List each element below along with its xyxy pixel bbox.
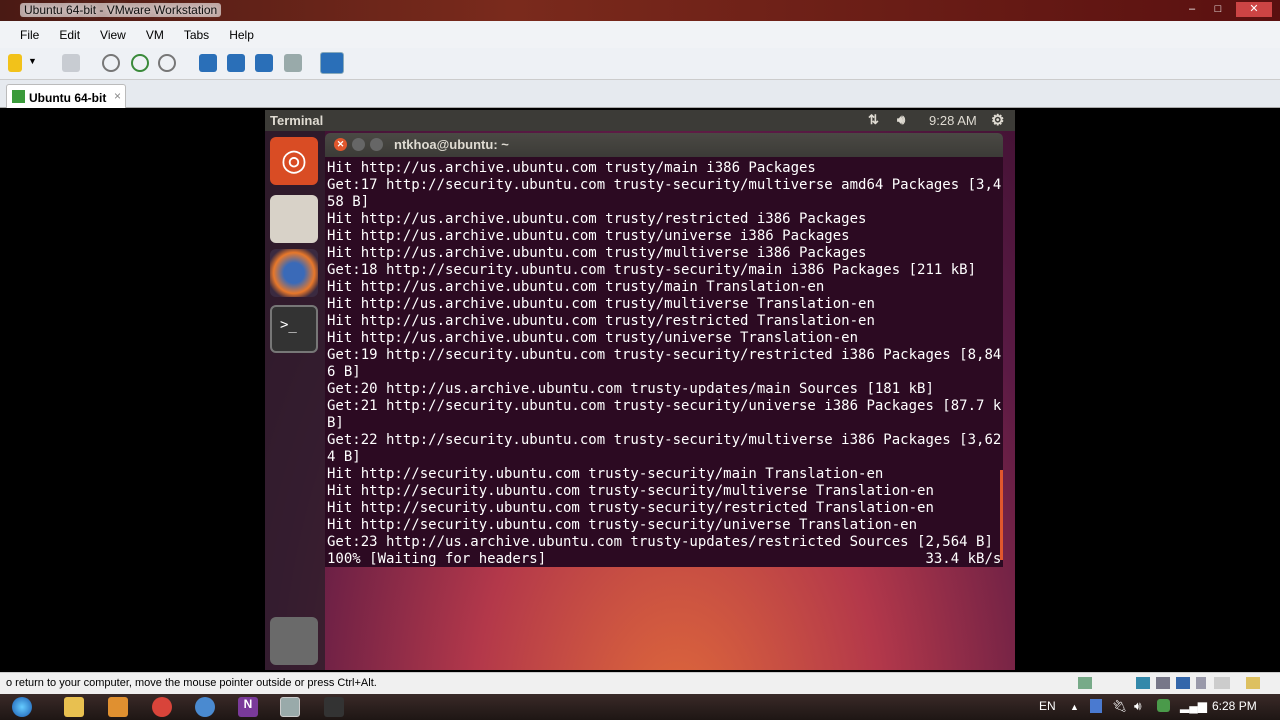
- terminal-line: 6 B]: [327, 364, 361, 380]
- power-icon[interactable]: 🔌︎: [1112, 699, 1127, 713]
- sound-icon[interactable]: [1176, 677, 1190, 689]
- terminal-line: Get:21 http://security.ubuntu.com trusty…: [327, 398, 1002, 414]
- status-text: o return to your computer, move the mous…: [6, 677, 377, 689]
- onenote-icon[interactable]: N: [238, 697, 258, 717]
- trash-icon[interactable]: [270, 617, 318, 665]
- message-log-icon[interactable]: [1246, 677, 1260, 689]
- volume-icon[interactable]: 🔊︎: [897, 112, 905, 128]
- menu-view[interactable]: View: [90, 28, 136, 42]
- app-icon[interactable]: [195, 697, 215, 717]
- gear-icon[interactable]: ⚙: [991, 111, 1004, 129]
- chevron-down-icon[interactable]: ▼: [28, 56, 38, 74]
- terminal-line: Hit http://security.ubuntu.com trusty-se…: [327, 517, 918, 533]
- window-titlebar: Ubuntu 64-bit - VMware Workstation – □ ✕: [0, 0, 1280, 21]
- unity-launcher: ◎ >_: [265, 131, 325, 670]
- terminal-line: 58 B]: [327, 194, 370, 210]
- recorder-icon[interactable]: [324, 697, 344, 717]
- terminal-line: Hit http://security.ubuntu.com trusty-se…: [327, 466, 884, 482]
- terminal-line: Hit http://security.ubuntu.com trusty-se…: [327, 483, 934, 499]
- display-icon[interactable]: [1214, 677, 1230, 689]
- tab-label: Ubuntu 64-bit: [29, 91, 107, 105]
- tab-bar: Ubuntu 64-bit ×: [0, 80, 1280, 108]
- terminal-minimize-button[interactable]: [352, 138, 365, 151]
- terminal-line: Hit http://us.archive.ubuntu.com trusty/…: [327, 228, 850, 244]
- terminal-line: B]: [327, 415, 344, 431]
- usb-icon[interactable]: [1196, 677, 1206, 689]
- terminal-line: Get:23 http://us.archive.ubuntu.com trus…: [327, 534, 993, 550]
- toolbar: ▼: [0, 48, 1280, 80]
- firefox-icon[interactable]: [270, 249, 318, 297]
- network-adapter-icon[interactable]: [1136, 677, 1150, 689]
- volume-tray-icon[interactable]: 🔊︎: [1134, 699, 1142, 714]
- terminal-icon[interactable]: >_: [270, 305, 318, 353]
- menu-bar: File Edit View VM Tabs Help: [0, 21, 1280, 48]
- terminal-line: Get:18 http://security.ubuntu.com trusty…: [327, 262, 977, 278]
- menu-vm[interactable]: VM: [136, 28, 174, 42]
- explorer-icon[interactable]: [64, 697, 84, 717]
- terminal-line: Hit http://us.archive.ubuntu.com trusty/…: [327, 160, 816, 176]
- terminal-line: Get:22 http://security.ubuntu.com trusty…: [327, 432, 1002, 448]
- snapshot-icon[interactable]: [102, 54, 120, 72]
- hard-disk-icon[interactable]: [1078, 677, 1092, 689]
- media-player-icon[interactable]: [108, 697, 128, 717]
- menu-tabs[interactable]: Tabs: [174, 28, 219, 42]
- printer-icon[interactable]: [1156, 677, 1170, 689]
- windows-taskbar: N EN ▲ 🔌︎ 🔊︎ ▂▄▆ 6:28 PM: [0, 694, 1280, 720]
- terminal-line: 4 B]: [327, 449, 361, 465]
- ubuntu-dash-icon[interactable]: ◎: [270, 137, 318, 185]
- ubuntu-top-panel: Terminal ⇅ 🔊︎ 9:28 AM ⚙: [265, 110, 1015, 131]
- terminal-line: 100% [Waiting for headers] 33.4 kB/s 0s: [327, 551, 1003, 567]
- terminal-scrollbar[interactable]: [1000, 470, 1003, 560]
- terminal-window[interactable]: ✕ ntkhoa@ubuntu: ~ Hit http://us.archive…: [325, 133, 1003, 567]
- wifi-signal-icon[interactable]: ▂▄▆: [1180, 699, 1207, 713]
- network-icon[interactable]: ⇅: [868, 112, 879, 128]
- unity-icon[interactable]: [284, 54, 302, 72]
- terminal-line: Hit http://us.archive.ubuntu.com trusty/…: [327, 296, 875, 312]
- send-ctrl-alt-del-icon[interactable]: [62, 54, 80, 72]
- close-button[interactable]: ✕: [1236, 2, 1272, 17]
- console-view-icon[interactable]: [320, 52, 344, 74]
- terminal-close-button[interactable]: ✕: [334, 138, 347, 151]
- window-title: Ubuntu 64-bit - VMware Workstation: [20, 3, 222, 17]
- terminal-line: Hit http://security.ubuntu.com trusty-se…: [327, 500, 934, 516]
- active-app-name: Terminal: [270, 113, 324, 128]
- terminal-line: Get:20 http://us.archive.ubuntu.com trus…: [327, 381, 934, 397]
- menu-help[interactable]: Help: [219, 28, 264, 42]
- terminal-line: Hit http://us.archive.ubuntu.com trusty/…: [327, 211, 867, 227]
- terminal-line: Hit http://us.archive.ubuntu.com trusty/…: [327, 313, 875, 329]
- tray-app-icon[interactable]: [1090, 699, 1102, 713]
- terminal-line: Hit http://us.archive.ubuntu.com trusty/…: [327, 279, 825, 295]
- panel-clock[interactable]: 9:28 AM: [929, 113, 977, 128]
- thumbnail-bar-icon[interactable]: [227, 54, 245, 72]
- maximize-button[interactable]: □: [1208, 2, 1228, 17]
- snapshot-manager-icon[interactable]: [158, 54, 176, 72]
- files-icon[interactable]: [270, 195, 318, 243]
- security-icon[interactable]: [1157, 699, 1170, 712]
- terminal-title: ntkhoa@ubuntu: ~: [394, 137, 509, 152]
- show-hidden-icons[interactable]: ▲: [1070, 702, 1079, 712]
- tab-ubuntu-64-bit[interactable]: Ubuntu 64-bit ×: [6, 84, 126, 108]
- terminal-line: Get:17 http://security.ubuntu.com trusty…: [327, 177, 1002, 193]
- minimize-button[interactable]: –: [1182, 2, 1202, 17]
- show-library-icon[interactable]: [199, 54, 217, 72]
- taskbar-clock[interactable]: 6:28 PM: [1212, 699, 1257, 713]
- start-button[interactable]: [12, 697, 32, 717]
- full-screen-icon[interactable]: [255, 54, 273, 72]
- tab-close-icon[interactable]: ×: [114, 89, 121, 103]
- terminal-maximize-button[interactable]: [370, 138, 383, 151]
- terminal-output[interactable]: Hit http://us.archive.ubuntu.com trusty/…: [327, 160, 1003, 567]
- vmware-icon[interactable]: [280, 697, 300, 717]
- status-bar: o return to your computer, move the mous…: [0, 672, 1280, 694]
- menu-edit[interactable]: Edit: [49, 28, 90, 42]
- chrome-icon[interactable]: [152, 697, 172, 717]
- language-indicator[interactable]: EN: [1039, 699, 1056, 713]
- terminal-titlebar: ✕ ntkhoa@ubuntu: ~: [325, 133, 1003, 157]
- pause-icon[interactable]: [8, 54, 22, 72]
- menu-file[interactable]: File: [10, 28, 49, 42]
- vm-running-icon: [12, 90, 25, 103]
- revert-snapshot-icon[interactable]: [131, 54, 149, 72]
- terminal-line: Hit http://us.archive.ubuntu.com trusty/…: [327, 245, 867, 261]
- terminal-line: Hit http://us.archive.ubuntu.com trusty/…: [327, 330, 859, 346]
- terminal-line: Get:19 http://security.ubuntu.com trusty…: [327, 347, 1002, 363]
